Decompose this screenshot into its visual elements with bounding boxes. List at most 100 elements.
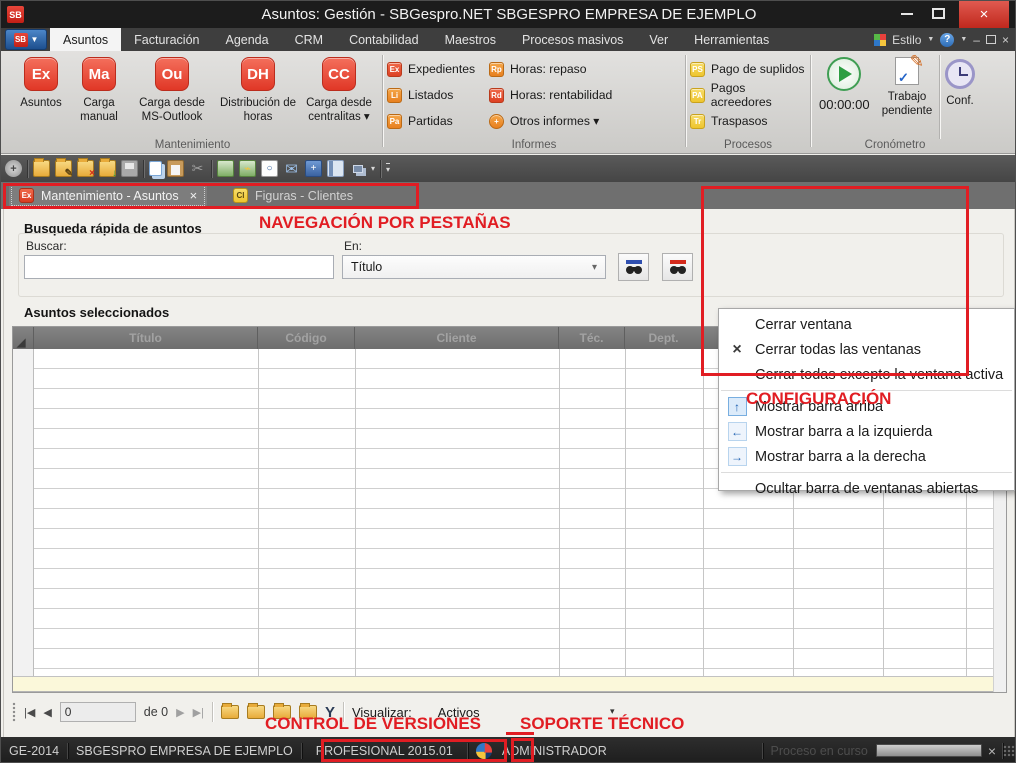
resize-grip[interactable] (1003, 745, 1015, 757)
menu-item-barra-izquierda[interactable]: ← Mostrar barra a la izquierda (719, 419, 1014, 444)
close-button[interactable]: × (959, 1, 1009, 28)
ribbon-group-mantenimiento: Ex Asuntos Ma Carga manual Ou Carga desd… (4, 53, 381, 152)
grid-select-all[interactable]: ◢ (13, 327, 34, 349)
new-folder-icon[interactable] (221, 705, 239, 719)
next-record-button[interactable]: ▶ (176, 706, 184, 719)
status-company: SBGESPRO EMPRESA DE EJEMPLO (68, 744, 301, 758)
en-dropdown[interactable]: Título ▾ (342, 255, 606, 279)
chevron-down-icon[interactable]: ▾ (371, 164, 375, 173)
buscar-input[interactable] (24, 255, 334, 279)
annotation-tabs: NAVEGACIÓN POR PESTAÑAS (259, 213, 511, 233)
search-advanced-button[interactable] (662, 253, 693, 281)
grid-new-row[interactable] (13, 676, 1006, 692)
quick-print-icon[interactable]: ⌁ (239, 160, 256, 177)
timer-value: 00:00:00 (819, 97, 870, 112)
horas-rentabilidad-button[interactable]: Rd Horas: rentabilidad (489, 85, 612, 105)
group-label-mantenimiento: Mantenimiento (4, 139, 381, 151)
save-icon[interactable] (121, 160, 138, 177)
navigator-icon[interactable]: + (5, 160, 22, 177)
tab-facturacion[interactable]: Facturación (121, 28, 212, 51)
tab-agenda[interactable]: Agenda (212, 28, 281, 51)
window-tab-figuras-clientes[interactable]: Cl Figuras - Clientes (223, 183, 363, 208)
expedientes-button[interactable]: Ex Expedientes (387, 59, 475, 79)
minimize-button[interactable] (901, 13, 913, 15)
window-tab-mantenimiento-asuntos[interactable]: Ex Mantenimiento - Asuntos × (9, 183, 207, 208)
mail-icon[interactable]: ✉ (283, 160, 300, 177)
prev-record-button[interactable]: ◀ (43, 706, 51, 719)
tab-procesos-masivos[interactable]: Procesos masivos (509, 28, 636, 51)
print-icon[interactable] (217, 160, 234, 177)
cut-icon[interactable]: ✂ (189, 160, 206, 177)
trabajo-pendiente-button[interactable]: Trabajo pendiente (879, 57, 935, 118)
edit-record-icon[interactable]: ✎ (55, 160, 72, 177)
en-label: En: (344, 239, 362, 253)
chevron-down-icon[interactable]: ▼ (927, 36, 934, 43)
pagos-acreedores-button[interactable]: PA Pagos acreedores (690, 85, 808, 105)
help-icon[interactable]: ? (940, 33, 954, 47)
search-tools-icon[interactable]: + (305, 160, 322, 177)
search-button[interactable] (618, 253, 649, 281)
column-header-dept[interactable]: Dept. (625, 327, 703, 349)
tab-maestros[interactable]: Maestros (432, 28, 509, 51)
paste-icon[interactable] (167, 160, 184, 177)
menu-item-cerrar-todas[interactable]: × Cerrar todas las ventanas (719, 337, 1014, 362)
child-close-button[interactable]: × (1002, 33, 1009, 47)
open-folder-icon[interactable] (247, 705, 265, 719)
chevron-down-icon[interactable]: ▼ (960, 36, 967, 43)
listados-button[interactable]: Li Listados (387, 85, 453, 105)
carga-manual-button[interactable]: Ma Carga manual (72, 57, 126, 124)
column-header-codigo[interactable]: Código (258, 327, 355, 349)
clock-icon (945, 59, 975, 89)
estilo-button[interactable]: Estilo (892, 33, 921, 47)
tab-ver[interactable]: Ver (636, 28, 681, 51)
distribucion-horas-icon: DH (241, 57, 275, 91)
tab-asuntos[interactable]: Asuntos (50, 28, 121, 51)
open-folder-icon[interactable] (33, 160, 50, 177)
carga-centralitas-button[interactable]: CC Carga desde centralitas ▾ (300, 57, 378, 124)
app-menu-button[interactable]: SB ▼ (5, 29, 47, 50)
cascade-windows-icon[interactable] (349, 160, 366, 177)
conf-button[interactable]: Conf. (943, 59, 977, 108)
ribbon-separator (810, 55, 811, 147)
column-header-titulo[interactable]: Título (34, 327, 258, 349)
close-tab-icon[interactable]: × (190, 188, 198, 203)
tab-contabilidad[interactable]: Contabilidad (336, 28, 432, 51)
child-restore-button[interactable] (986, 35, 996, 44)
drag-handle[interactable] (12, 702, 16, 722)
play-icon (827, 57, 861, 91)
copy-icon[interactable] (149, 161, 162, 176)
horas-repaso-button[interactable]: Rp Horas: repaso (489, 59, 587, 79)
menu-item-cerrar-excepto-activa[interactable]: Cerrar todas excepto la ventana activa (719, 362, 1014, 387)
carga-outlook-button[interactable]: Ou Carga desde MS-Outlook (128, 57, 216, 124)
first-record-button[interactable]: |◀ (24, 706, 35, 719)
distribucion-horas-button[interactable]: DH Distribución de horas (218, 57, 298, 124)
otros-informes-button[interactable]: + Otros informes ▾ (489, 111, 599, 131)
tab-crm[interactable]: CRM (282, 28, 336, 51)
tab-herramientas[interactable]: Herramientas (681, 28, 782, 51)
maximize-button[interactable] (932, 8, 945, 19)
menu-item-cerrar-ventana[interactable]: Cerrar ventana (719, 312, 1014, 337)
record-number-input[interactable] (60, 702, 136, 722)
child-minimize-button[interactable]: – (973, 33, 980, 47)
app-menu-logo-icon: SB (14, 33, 28, 47)
support-icon[interactable] (476, 743, 492, 759)
import-record-icon[interactable]: ↓ (99, 160, 116, 177)
traspasos-button[interactable]: Tr Traspasos (690, 111, 767, 131)
column-header-tec[interactable]: Téc. (559, 327, 625, 349)
menu-item-ocultar-barra[interactable]: Ocultar barra de ventanas abiertas (719, 476, 1014, 501)
column-header-cliente[interactable]: Cliente (355, 327, 559, 349)
delete-record-icon[interactable]: × (77, 160, 94, 177)
status-edition: PROFESIONAL 2015.01 (302, 744, 467, 758)
timer-start-button[interactable]: 00:00:00 (819, 57, 870, 112)
pago-suplidos-button[interactable]: PS Pago de suplidos (690, 59, 805, 79)
asuntos-button[interactable]: Ex Asuntos (12, 57, 70, 124)
print-preview-icon[interactable]: ○ (261, 160, 278, 177)
toolbar-overflow-icon[interactable]: ▾ (386, 163, 390, 174)
cancel-process-icon[interactable]: × (982, 743, 1002, 759)
horas-rentabilidad-icon: Rd (489, 88, 504, 103)
status-version-code: GE-2014 (1, 744, 67, 758)
last-record-button[interactable]: ▶| (193, 706, 204, 719)
partidas-button[interactable]: Pa Partidas (387, 111, 453, 131)
menu-item-barra-derecha[interactable]: → Mostrar barra a la derecha (719, 444, 1014, 469)
journal-icon[interactable] (327, 160, 344, 177)
